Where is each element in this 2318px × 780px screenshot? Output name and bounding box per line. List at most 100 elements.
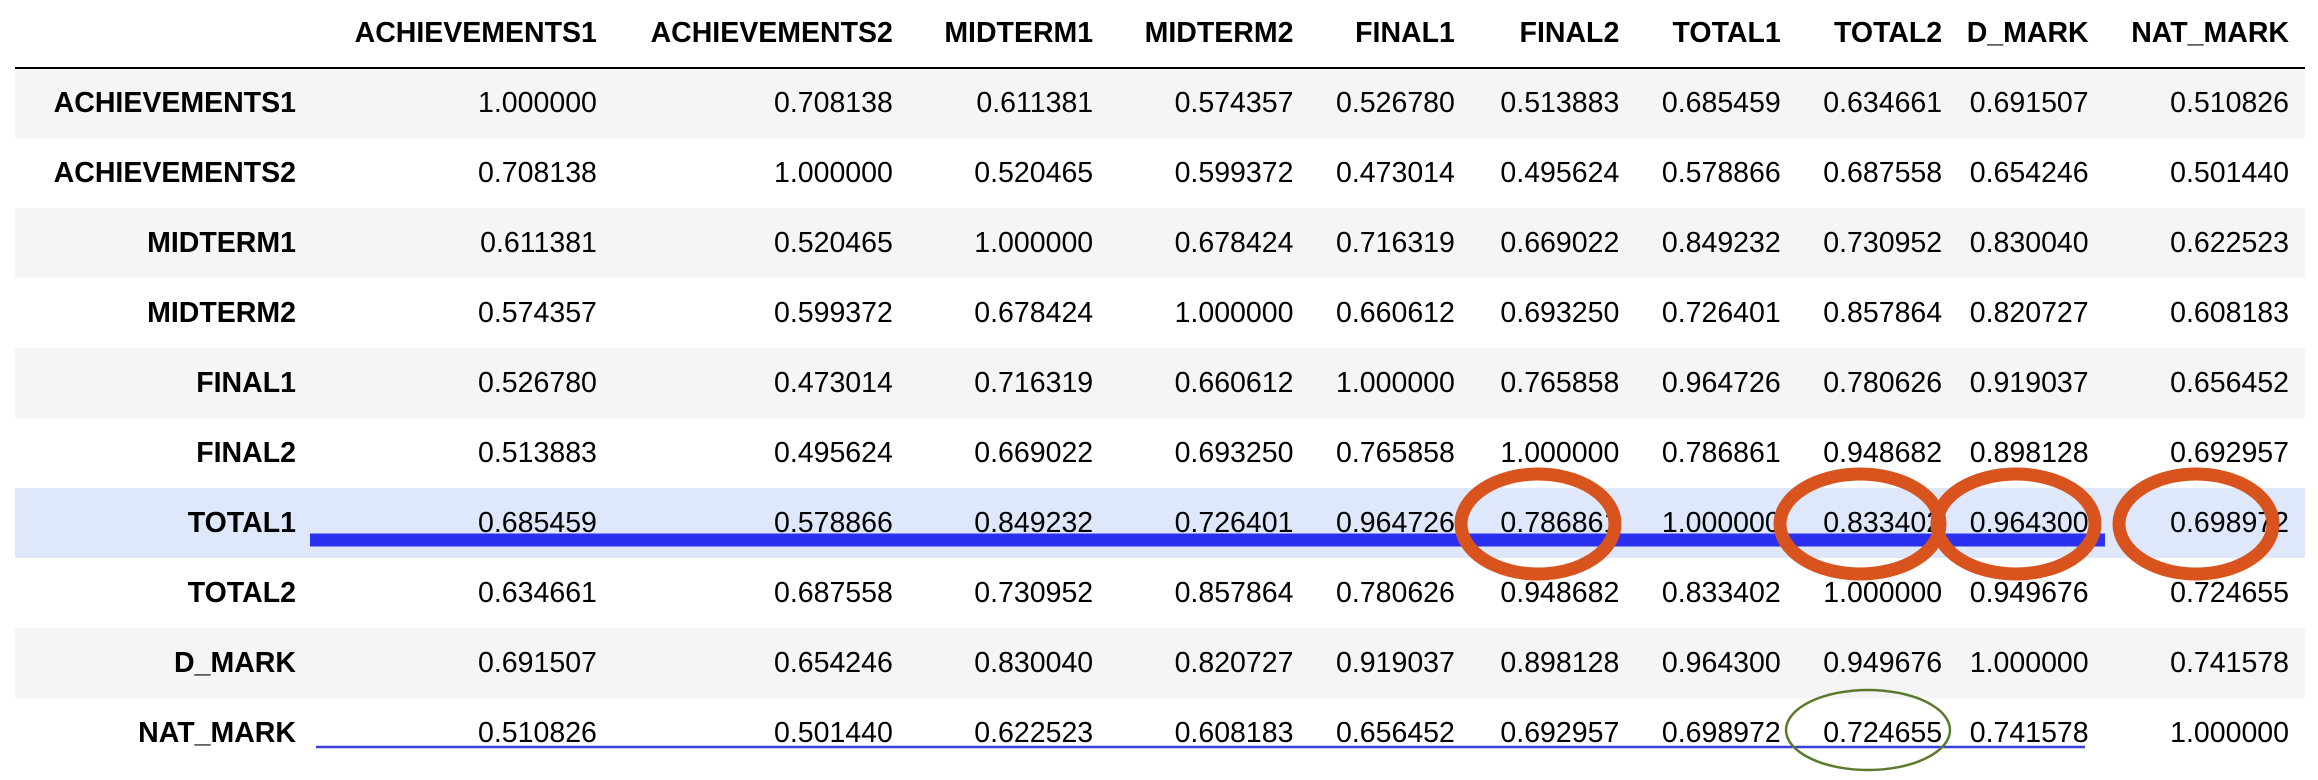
table-cell: 0.780626 (1823, 366, 1943, 399)
column-header: TOTAL1 (1635, 0, 1797, 69)
table-cell: 0.473014 (1336, 156, 1455, 189)
table-cell: 0.964726 (1336, 506, 1455, 539)
table-cell: 0.654246 (773, 646, 893, 679)
header-row: ACHIEVEMENTS1 ACHIEVEMENTS2 MIDTERM1 MID… (15, 0, 2305, 69)
table-cell: 1.000000 (1969, 646, 2089, 679)
table-cell: 0.691507 (478, 646, 597, 679)
table-cell: 0.526780 (1336, 87, 1455, 119)
table-cell: 0.857864 (1823, 296, 1943, 329)
table-cell: 0.833402 (1661, 576, 1781, 609)
row-header: ACHIEVEMENTS1 (53, 87, 296, 119)
table-cell: 0.578866 (1661, 156, 1781, 189)
table-cell: 1.000000 (478, 87, 597, 119)
column-header: ACHIEVEMENTS1 (313, 0, 613, 69)
table-cell: 0.526780 (478, 366, 597, 399)
header-corner (15, 0, 314, 69)
table-cell: 0.919037 (1969, 366, 2089, 399)
table-cell: 0.520465 (974, 156, 1094, 189)
table-cell: 0.495624 (773, 436, 893, 469)
table-cell: 1.000000 (1174, 296, 1294, 329)
table-cell: 0.687558 (773, 576, 893, 609)
table-row: FINAL1 0.526780 0.473014 0.716319 0.660612 1.… (15, 348, 2305, 418)
table-cell: 0.964300 (1661, 646, 1781, 679)
table-cell: 0.726401 (1661, 296, 1781, 329)
row-header: NAT_MARK (138, 716, 296, 749)
table-cell: 0.578866 (773, 506, 893, 539)
table-cell: 0.724655 (2170, 576, 2289, 609)
table-cell: 0.692957 (2170, 436, 2289, 469)
table-cell: 1.000000 (1661, 506, 1781, 539)
table-cell: 0.634661 (1823, 87, 1943, 119)
table-cell: 0.501440 (2170, 156, 2289, 189)
correlation-table: ACHIEVEMENTS1 ACHIEVEMENTS2 MIDTERM1 MID… (15, 0, 2305, 768)
table-cell: 0.849232 (1661, 226, 1781, 259)
table-cell: 0.730952 (1823, 226, 1943, 259)
row-header: FINAL2 (196, 436, 296, 469)
table-cell: 1.000000 (2170, 716, 2289, 749)
table-cell: 0.687558 (1823, 156, 1943, 189)
column-header: FINAL1 (1309, 0, 1471, 69)
table-row: MIDTERM2 0.574357 0.599372 0.678424 1.000000… (15, 278, 2305, 348)
table-cell: 0.693250 (1500, 296, 1620, 329)
table-cell: 0.949676 (1823, 646, 1943, 679)
table-cell: 0.622523 (2170, 226, 2289, 259)
table-cell: 1.000000 (1500, 436, 1620, 469)
table-cell: 0.611381 (976, 87, 1094, 119)
table-cell: 0.495624 (1500, 156, 1620, 189)
table-cell: 0.765858 (1336, 436, 1455, 469)
table-cell: 0.849232 (974, 506, 1094, 539)
table-cell: 0.510826 (478, 716, 597, 749)
table-cell: 0.698972 (2170, 506, 2289, 539)
table-cell: 0.692957 (1500, 716, 1620, 749)
table-cell: 0.948682 (1500, 576, 1620, 609)
table-cell: 0.730952 (974, 576, 1094, 609)
table-cell: 0.669022 (1500, 226, 1620, 259)
table-row: TOTAL1 0.685459 0.578866 0.849232 0.726401 0.… (15, 488, 2305, 558)
column-header: D_MARK (1958, 0, 2105, 69)
table-cell: 0.726401 (1174, 506, 1294, 539)
table-body: ACHIEVEMENTS1 1.000000 0.708138 0.611381 0.5… (15, 68, 2305, 768)
table-cell: 0.708138 (773, 87, 893, 119)
table-cell: 0.599372 (1174, 156, 1294, 189)
table-cell: 0.678424 (1174, 226, 1294, 259)
table-cell: 0.501440 (773, 716, 893, 749)
table-row: D_MARK 0.691507 0.654246 0.830040 0.820727 0.… (15, 628, 2305, 698)
table-cell: 0.611381 (480, 226, 597, 259)
table-cell: 0.724655 (1823, 716, 1943, 749)
table-cell: 0.786861 (1661, 436, 1781, 469)
table-cell: 0.898128 (1500, 646, 1620, 679)
table-cell: 0.716319 (1336, 226, 1455, 259)
table-cell: 0.830040 (974, 646, 1094, 679)
table-row: FINAL2 0.513883 0.495624 0.669022 0.693250 0.… (15, 418, 2305, 488)
table-cell: 1.000000 (1336, 366, 1455, 399)
table-cell: 0.948682 (1823, 436, 1943, 469)
table-cell: 0.656452 (2170, 366, 2289, 399)
table-cell: 1.000000 (1823, 576, 1943, 609)
table-cell: 0.669022 (974, 436, 1094, 469)
table-cell: 0.708138 (478, 156, 597, 189)
table-cell: 0.693250 (1174, 436, 1294, 469)
table-row: MIDTERM1 0.611381 0.520465 1.000000 0.678424… (15, 208, 2305, 278)
table-cell: 0.857864 (1174, 576, 1294, 609)
table-cell: 0.678424 (974, 296, 1094, 329)
row-header: TOTAL2 (187, 576, 296, 609)
table-cell: 0.622523 (974, 716, 1094, 749)
column-header: MIDTERM2 (1109, 0, 1310, 69)
column-header: FINAL2 (1470, 0, 1636, 69)
table-cell: 0.919037 (1336, 646, 1455, 679)
table-row: TOTAL2 0.634661 0.687558 0.730952 0.857864 0.… (15, 558, 2305, 628)
row-header: MIDTERM2 (147, 296, 296, 329)
table-cell: 0.634661 (478, 576, 597, 609)
row-header: ACHIEVEMENTS2 (53, 156, 296, 189)
table-cell: 0.513883 (478, 436, 597, 469)
table-cell: 0.964300 (1969, 506, 2089, 539)
table-cell: 0.473014 (773, 366, 893, 399)
row-header: MIDTERM1 (147, 226, 296, 259)
table-cell: 1.000000 (773, 156, 893, 189)
table-cell: 0.741578 (1969, 716, 2089, 749)
table-cell: 0.691507 (1969, 87, 2089, 119)
table-cell: 0.574357 (478, 296, 597, 329)
table-cell: 0.765858 (1500, 366, 1620, 399)
table-cell: 0.656452 (1336, 716, 1455, 749)
table-cell: 0.964726 (1661, 366, 1781, 399)
